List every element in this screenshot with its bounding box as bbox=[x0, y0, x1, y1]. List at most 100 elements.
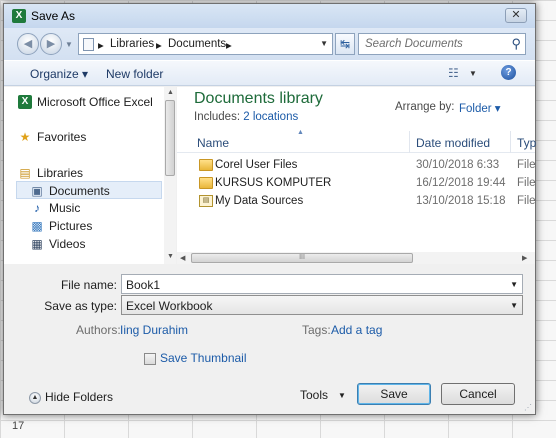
nav-item-videos[interactable]: ▦ Videos bbox=[4, 235, 164, 253]
nav-item-music[interactable]: ♪ Music bbox=[4, 199, 164, 217]
includes-label: Includes: bbox=[194, 111, 241, 123]
file-type: File bbox=[517, 177, 536, 189]
file-name: My Data Sources bbox=[215, 195, 304, 207]
breadcrumb-documents[interactable]: Documents bbox=[168, 38, 226, 50]
column-divider[interactable] bbox=[510, 131, 511, 153]
save-button[interactable]: Save bbox=[357, 383, 431, 405]
chevron-down-icon[interactable]: ▼ bbox=[510, 301, 518, 310]
nav-pane-scrollbar[interactable]: ▲ ▼ bbox=[164, 87, 176, 264]
breadcrumb-separator-icon[interactable]: ▸ bbox=[156, 38, 162, 52]
nav-item-label: Videos bbox=[49, 237, 86, 251]
file-row[interactable]: ▤ My Data Sources 13/10/2018 15:18 File bbox=[177, 193, 536, 211]
file-row[interactable]: KURSUS KOMPUTER 16/12/2018 19:44 File bbox=[177, 175, 536, 193]
scrollbar-thumb[interactable]: III bbox=[191, 253, 413, 263]
save-as-dialog: X Save As ✕ ◀ ▶ ▼ ▸ Libraries ▸ Document… bbox=[3, 3, 536, 415]
file-type: File bbox=[517, 195, 536, 207]
nav-item-label: Favorites bbox=[37, 130, 87, 144]
save-thumbnail-label[interactable]: Save Thumbnail bbox=[160, 351, 247, 365]
refresh-icon: ↹ bbox=[339, 37, 351, 51]
tools-button[interactable]: Tools bbox=[300, 388, 328, 402]
search-input[interactable]: Search Documents ⚲ bbox=[358, 33, 526, 55]
column-header-name[interactable]: Name bbox=[197, 136, 229, 150]
horizontal-scrollbar[interactable]: ◀ III ▶ bbox=[177, 252, 535, 264]
folder-icon bbox=[199, 177, 213, 189]
breadcrumb-separator-icon[interactable]: ▸ bbox=[98, 38, 104, 52]
column-header-type[interactable]: Typ bbox=[517, 136, 536, 150]
folder-icon bbox=[199, 159, 213, 171]
scroll-down-icon[interactable]: ▼ bbox=[167, 253, 174, 260]
save-type-select[interactable]: Excel Workbook ▼ bbox=[121, 295, 523, 315]
data-sources-folder-icon: ▤ bbox=[199, 195, 213, 207]
file-row[interactable]: Corel User Files 30/10/2018 6:33 File bbox=[177, 157, 536, 175]
close-button[interactable]: ✕ bbox=[505, 8, 527, 23]
authors-field[interactable]: Iing Durahim bbox=[120, 323, 188, 337]
recent-locations-dropdown[interactable]: ▼ bbox=[65, 40, 73, 49]
library-location-icon bbox=[83, 38, 94, 51]
pictures-icon: ▩ bbox=[31, 219, 43, 233]
file-name-field[interactable]: Book1 ▼ bbox=[121, 274, 523, 294]
file-name: KURSUS KOMPUTER bbox=[215, 177, 332, 189]
nav-item-pictures[interactable]: ▩ Pictures bbox=[4, 217, 164, 235]
tags-field[interactable]: Add a tag bbox=[331, 323, 382, 337]
file-date: 13/10/2018 15:18 bbox=[416, 195, 506, 207]
nav-item-label: Pictures bbox=[49, 219, 93, 233]
column-header-date[interactable]: Date modified bbox=[416, 136, 490, 150]
search-placeholder: Search Documents bbox=[365, 38, 463, 50]
save-thumbnail-checkbox[interactable] bbox=[144, 353, 156, 365]
file-name: Corel User Files bbox=[215, 159, 298, 171]
arrange-by-dropdown[interactable]: Folder ▾ bbox=[459, 101, 501, 115]
title-bar: X Save As ✕ bbox=[4, 4, 535, 28]
address-dropdown-icon[interactable]: ▼ bbox=[320, 39, 328, 48]
nav-item-libraries[interactable]: ▤ Libraries bbox=[4, 164, 164, 182]
new-folder-button[interactable]: New folder bbox=[106, 67, 163, 81]
back-arrow-icon: ◀ bbox=[23, 38, 33, 50]
nav-item-excel[interactable]: X Microsoft Office Excel bbox=[4, 93, 164, 111]
sheet-row-number: 17 bbox=[12, 420, 25, 432]
save-type-label: Save as type: bbox=[44, 299, 117, 313]
organize-button[interactable]: Organize ▾ bbox=[30, 67, 88, 81]
documents-icon: ▣ bbox=[31, 184, 43, 198]
back-button[interactable]: ◀ bbox=[17, 33, 39, 55]
nav-item-label: Music bbox=[49, 201, 81, 215]
search-icon[interactable]: ⚲ bbox=[511, 36, 521, 52]
hide-folders-button[interactable]: Hide Folders bbox=[45, 390, 113, 404]
view-dropdown-icon[interactable]: ▼ bbox=[469, 69, 477, 78]
column-header-row: ▲ Name Date modified Typ bbox=[177, 129, 536, 153]
address-row: ◀ ▶ ▼ ▸ Libraries ▸ Documents ▸ ▼ ↹ Sear… bbox=[4, 28, 535, 60]
nav-item-label: Libraries bbox=[37, 166, 84, 180]
scroll-up-icon[interactable]: ▲ bbox=[167, 89, 174, 96]
nav-item-favorites[interactable]: ★ Favorites bbox=[4, 128, 164, 146]
sort-ascending-icon: ▲ bbox=[297, 129, 304, 136]
nav-item-label: Documents bbox=[49, 184, 110, 198]
file-type: File bbox=[517, 159, 536, 171]
nav-item-label: Microsoft Office Excel bbox=[37, 95, 153, 109]
help-icon[interactable]: ? bbox=[501, 65, 516, 80]
excel-app-icon: X bbox=[12, 9, 26, 23]
refresh-button[interactable]: ↹ bbox=[335, 33, 355, 55]
breadcrumb-separator-icon[interactable]: ▸ bbox=[226, 38, 232, 52]
column-divider[interactable] bbox=[409, 131, 410, 153]
file-name-label: File name: bbox=[60, 278, 117, 292]
chevron-up-icon[interactable]: ▲ bbox=[29, 392, 41, 404]
file-date: 16/12/2018 19:44 bbox=[416, 177, 506, 189]
scrollbar-thumb[interactable] bbox=[165, 100, 175, 176]
tools-dropdown-icon[interactable]: ▼ bbox=[338, 391, 346, 400]
nav-item-documents[interactable]: ▣ Documents bbox=[16, 181, 162, 199]
arrange-by-label: Arrange by: bbox=[395, 101, 455, 113]
library-includes: Includes: 2 locations bbox=[194, 111, 298, 123]
resize-grip-icon[interactable]: ⋰ bbox=[524, 403, 532, 412]
view-options-icon[interactable]: ☷ bbox=[448, 66, 459, 80]
chevron-down-icon[interactable]: ▼ bbox=[510, 280, 518, 289]
scroll-right-icon[interactable]: ▶ bbox=[522, 254, 527, 262]
forward-button[interactable]: ▶ bbox=[40, 33, 62, 55]
scroll-left-icon[interactable]: ◀ bbox=[180, 254, 185, 262]
file-name-value: Book1 bbox=[126, 278, 161, 292]
music-icon: ♪ bbox=[34, 201, 40, 215]
breadcrumb-libraries[interactable]: Libraries bbox=[110, 38, 154, 50]
address-bar[interactable]: ▸ Libraries ▸ Documents ▸ ▼ bbox=[78, 33, 333, 55]
close-icon: ✕ bbox=[511, 9, 521, 21]
command-toolbar: Organize ▾ New folder ☷ ▼ ? bbox=[4, 60, 535, 86]
cancel-button[interactable]: Cancel bbox=[441, 383, 515, 405]
forward-arrow-icon: ▶ bbox=[46, 38, 56, 50]
locations-link[interactable]: 2 locations bbox=[243, 111, 298, 123]
